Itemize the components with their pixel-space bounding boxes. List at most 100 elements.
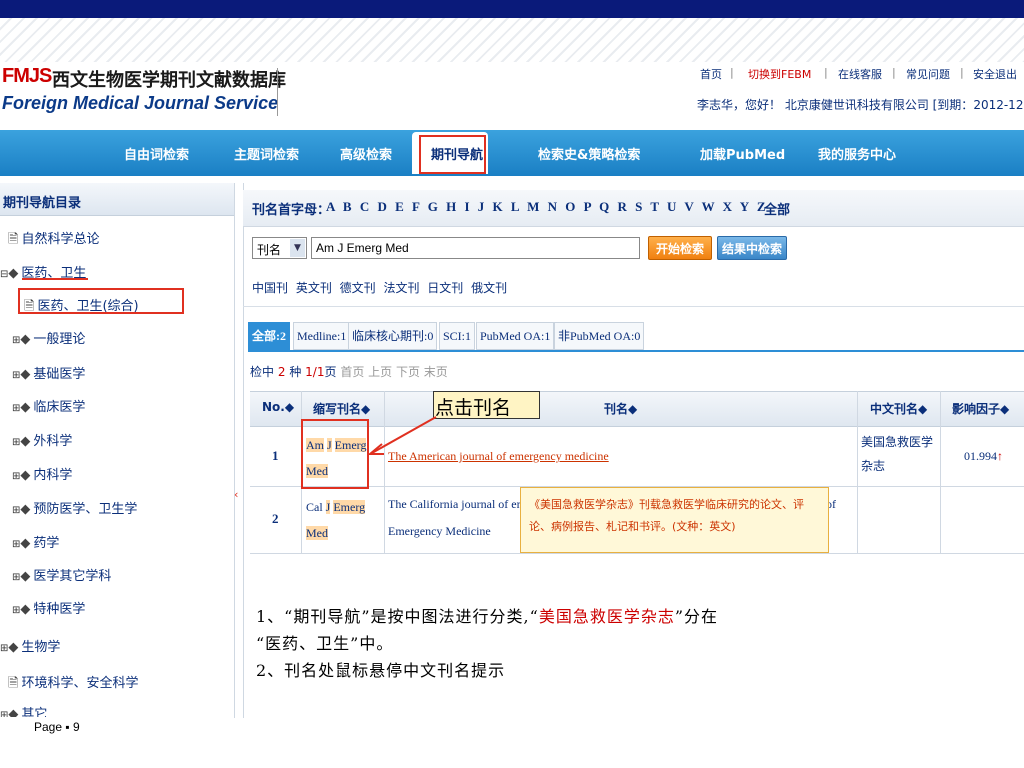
arrow-line bbox=[371, 416, 437, 454]
sidebar-item-label: 药学 bbox=[33, 536, 60, 551]
book-icon: ◆ bbox=[8, 266, 19, 281]
sidebar-item-special-medicine[interactable]: ⊞◆ 特种医学 bbox=[12, 598, 85, 617]
col-no-label: No. bbox=[262, 400, 285, 414]
sidebar-item-general-theory[interactable]: ⊞◆ 一般理论 bbox=[12, 328, 85, 347]
letter-filter-all[interactable]: 全部 bbox=[764, 199, 790, 218]
book-icon: ◆ bbox=[20, 434, 31, 449]
expand-icon[interactable]: ⊞ bbox=[12, 539, 20, 550]
sidebar-item-other[interactable]: ⊞◆ 其它 bbox=[0, 703, 47, 717]
pagination-links[interactable]: 首页 上页 下页 末页 bbox=[340, 365, 447, 379]
nav-subject-search[interactable]: 主题词检索 bbox=[234, 144, 299, 163]
sidebar-item-label: 其它 bbox=[21, 707, 48, 717]
note-line-1: 1、“期刊导航”是按中图法进行分类,“美国急救医学杂志”分在 bbox=[256, 603, 718, 630]
note-text: ”分在 bbox=[674, 607, 719, 626]
col-title[interactable]: 刊名◆ bbox=[604, 400, 637, 417]
link-faq[interactable]: 常见问题 bbox=[906, 66, 950, 82]
sidebar-item-environment[interactable]: 🗎 环境科学、安全科学 bbox=[8, 672, 138, 696]
language-filter[interactable]: 中国刊 英文刊 德文刊 法文刊 日文刊 俄文刊 bbox=[252, 279, 507, 296]
nav-journal-navigation[interactable]: 期刊导航 bbox=[431, 144, 483, 163]
abbr-word: Emerg bbox=[333, 500, 366, 514]
sidebar-item-preventive-medicine[interactable]: ⊞◆ 预防医学、卫生学 bbox=[12, 498, 137, 517]
nav-free-search[interactable]: 自由词检索 bbox=[124, 144, 189, 163]
expand-icon[interactable]: ⊞ bbox=[12, 437, 20, 448]
separator: | bbox=[824, 66, 828, 79]
abbr-word: J bbox=[325, 500, 331, 514]
sidebar-item-label: 临床医学 bbox=[33, 400, 86, 415]
expand-icon[interactable]: ⊞ bbox=[12, 335, 20, 346]
col-no[interactable]: No.◆ bbox=[262, 400, 294, 414]
start-search-button[interactable]: 开始检索 bbox=[648, 236, 712, 260]
link-home[interactable]: 首页 bbox=[700, 66, 722, 82]
book-icon: ◆ bbox=[20, 602, 31, 617]
row-impact-factor: 01.994↑ bbox=[964, 449, 1003, 464]
sidebar-item-pharmacy[interactable]: ⊞◆ 药学 bbox=[12, 532, 59, 551]
tab-non-pubmed-oa[interactable]: 非PubMed OA:0 bbox=[554, 322, 645, 350]
search-input[interactable]: Am J Emerg Med bbox=[311, 237, 640, 259]
expand-icon[interactable]: ⊞ bbox=[12, 471, 20, 482]
sidebar-collapse-handle[interactable]: ‹ bbox=[234, 488, 242, 518]
result-page-word: 页 bbox=[324, 365, 337, 379]
col-divider bbox=[857, 391, 858, 553]
sidebar-item-label: 一般理论 bbox=[33, 332, 86, 347]
book-icon: ◆ bbox=[8, 640, 19, 655]
nav-load-pubmed[interactable]: 加载PubMed bbox=[700, 144, 785, 163]
tab-pubmed-oa[interactable]: PubMed OA:1 bbox=[476, 322, 555, 350]
collapse-icon[interactable]: ⊟ bbox=[0, 269, 8, 280]
sidebar-item-surgery[interactable]: ⊞◆ 外科学 bbox=[12, 430, 72, 449]
letter-filter-label: 刊名首字母： bbox=[252, 203, 331, 218]
link-logout[interactable]: 安全退出 bbox=[973, 66, 1017, 82]
tab-sci[interactable]: SCI:1 bbox=[439, 322, 476, 350]
sidebar-title: 期刊导航目录 bbox=[3, 196, 82, 211]
book-icon: ◆ bbox=[20, 367, 31, 382]
document-icon: 🗎 bbox=[8, 676, 19, 691]
impact-factor-value: 01.994 bbox=[964, 449, 997, 463]
expand-icon[interactable]: ⊞ bbox=[0, 710, 8, 717]
annotation-arrow bbox=[367, 416, 437, 455]
journal-title-part[interactable]: Emergency Medicine bbox=[388, 524, 491, 539]
sidebar-item-biology[interactable]: ⊞◆ 生物学 bbox=[0, 636, 60, 655]
expand-icon[interactable]: ⊞ bbox=[12, 370, 20, 381]
row-abbr[interactable]: Cal J Emerg Med bbox=[306, 494, 370, 546]
tab-medline[interactable]: Medline:1 bbox=[293, 322, 351, 350]
link-online-service[interactable]: 在线客服 bbox=[838, 66, 882, 82]
note-line-3: 2、刊名处鼠标悬停中文刊名提示 bbox=[256, 661, 506, 680]
slide-footer bbox=[0, 718, 1024, 768]
nav-search-history[interactable]: 检索史&策略检索 bbox=[538, 144, 640, 163]
tab-clinical-core[interactable]: 临床核心期刊:0 bbox=[348, 322, 438, 350]
expand-icon[interactable]: ⊞ bbox=[12, 403, 20, 414]
chevron-down-icon[interactable]: ▼ bbox=[290, 239, 305, 257]
sidebar-item-general-science[interactable]: 🗎 自然科学总论 bbox=[8, 228, 99, 252]
abbr-word: Cal bbox=[306, 500, 323, 514]
sidebar-item-other-medical[interactable]: ⊞◆ 医学其它学科 bbox=[12, 565, 111, 584]
sidebar-item-label: 基础医学 bbox=[33, 367, 86, 382]
book-icon: ◆ bbox=[20, 332, 31, 347]
document-icon: 🗎 bbox=[8, 232, 19, 247]
sidebar-item-label: 特种医学 bbox=[33, 602, 86, 617]
separator: | bbox=[892, 66, 896, 79]
divider bbox=[243, 306, 1024, 307]
col-divider bbox=[940, 391, 941, 553]
expand-icon[interactable]: ⊞ bbox=[12, 605, 20, 616]
tab-underline bbox=[248, 350, 1024, 352]
letter-filter-links[interactable]: A B C D E F G H I J K L M N O P Q R S T … bbox=[326, 199, 766, 215]
sidebar-item-clinical-medicine[interactable]: ⊞◆ 临床医学 bbox=[12, 396, 85, 415]
separator: | bbox=[960, 66, 964, 79]
sidebar-item-label: 自然科学总论 bbox=[21, 232, 100, 247]
journal-title-part[interactable]: The California journal of em bbox=[388, 497, 526, 512]
row-number: 1 bbox=[272, 448, 279, 463]
col-impact-factor[interactable]: 影响因子◆ bbox=[952, 400, 1009, 417]
sidebar-item-internal-medicine[interactable]: ⊞◆ 内科学 bbox=[12, 464, 72, 483]
logo-chinese-title: 西文生物医学期刊文献数据库 bbox=[52, 70, 286, 91]
link-switch-febm[interactable]: 切换到FEBM bbox=[748, 66, 811, 82]
tab-all[interactable]: 全部:2 bbox=[248, 322, 290, 350]
expand-icon[interactable]: ⊞ bbox=[12, 505, 20, 516]
result-page-number: 1/1 bbox=[305, 365, 325, 379]
expand-icon[interactable]: ⊞ bbox=[12, 572, 20, 583]
nav-advanced-search[interactable]: 高级检索 bbox=[340, 144, 392, 163]
nav-my-service[interactable]: 我的服务中心 bbox=[818, 144, 896, 163]
search-within-button[interactable]: 结果中检索 bbox=[717, 236, 787, 260]
sidebar-item-basic-medicine[interactable]: ⊞◆ 基础医学 bbox=[12, 363, 85, 382]
expand-icon[interactable]: ⊞ bbox=[0, 643, 8, 654]
col-title-label: 刊名 bbox=[604, 402, 629, 416]
col-cn-title[interactable]: 中文刊名◆ bbox=[870, 400, 927, 417]
